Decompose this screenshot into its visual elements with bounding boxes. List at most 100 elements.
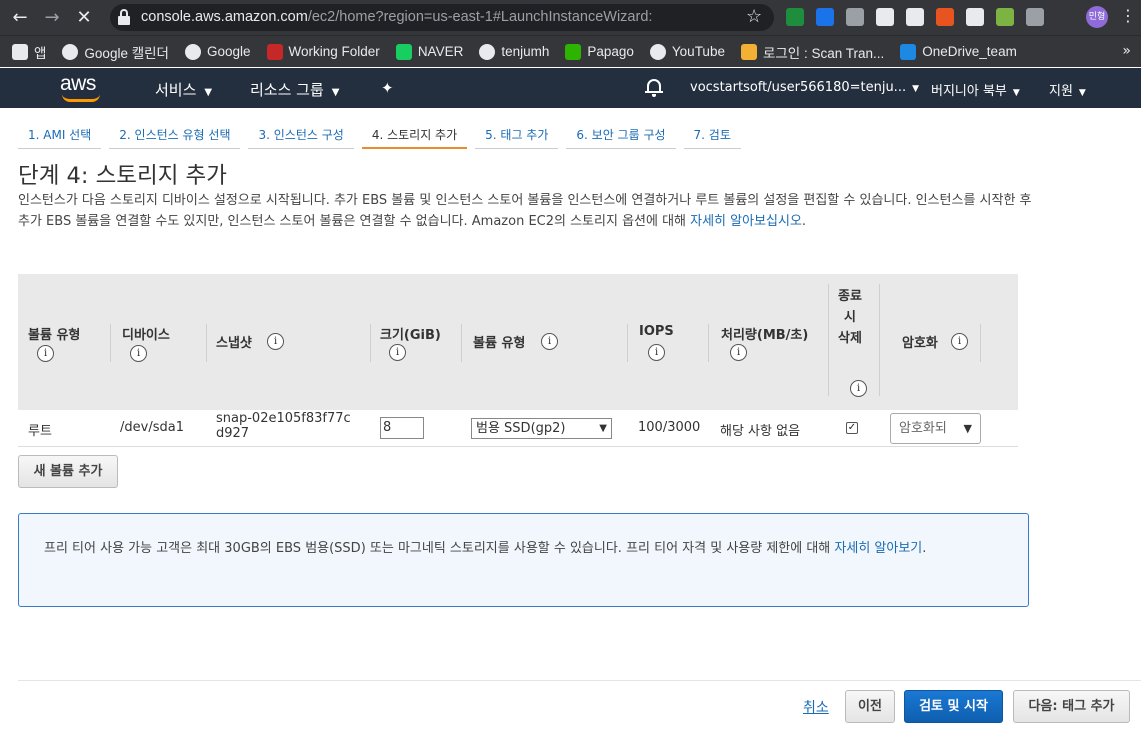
info-icon[interactable]: i xyxy=(267,333,284,350)
chevron-down-icon: ▼ xyxy=(912,84,920,94)
size-input[interactable]: 8 xyxy=(380,417,424,439)
review-and-launch-button[interactable]: 검토 및 시작 xyxy=(904,690,1003,723)
info-icon[interactable]: i xyxy=(541,333,558,350)
bookmark-label: Google 캘린더 xyxy=(84,45,169,61)
address-bar[interactable]: console.aws.amazon.com/ec2/home?region=u… xyxy=(110,4,774,31)
table-row: 루트 /dev/sda1 snap-02e105f83f77cd927 8 범용… xyxy=(18,410,1018,447)
profile-avatar[interactable]: 민형 xyxy=(1086,6,1108,28)
extension-icon[interactable] xyxy=(936,8,954,26)
table-header: 볼륨 유형 i 디바이스 i 스냅샷 i 크기(GiB) i 볼륨 유형 i I… xyxy=(18,274,1018,410)
header-volume-kind-label: 볼륨 유형 xyxy=(473,336,526,351)
column-divider xyxy=(370,324,371,362)
extension-icon[interactable] xyxy=(846,8,864,26)
services-menu[interactable]: 서비스 ▼ xyxy=(155,79,212,100)
bookmark-item[interactable]: tenjumh xyxy=(479,43,550,60)
wizard-step[interactable]: 6. 보안 그룹 구성 xyxy=(566,118,676,149)
encryption-select[interactable]: 암호화되 ▼ xyxy=(890,413,981,444)
header-throughput-label: 처리량(MB/초) xyxy=(721,328,809,343)
bookmark-item[interactable]: Papago xyxy=(565,43,634,60)
back-arrow-icon[interactable]: ← xyxy=(8,6,32,30)
bookmark-label: OneDrive_team xyxy=(922,44,1017,59)
wizard-step[interactable]: 4. 스토리지 추가 xyxy=(361,118,468,149)
bookmark-item[interactable]: Google xyxy=(184,43,251,60)
papago-icon xyxy=(565,43,582,60)
resource-groups-label: 리소스 그룹 xyxy=(250,81,324,99)
cell-snapshot: snap-02e105f83f77cd927 xyxy=(216,411,351,441)
browser-menu-icon[interactable]: ⋮ xyxy=(1120,6,1136,25)
extension-icons xyxy=(786,8,1044,26)
extension-icon[interactable] xyxy=(996,8,1014,26)
free-tier-info-box: 프리 티어 사용 가능 고객은 최대 30GB의 EBS 범용(SSD) 또는 … xyxy=(18,513,1029,607)
region-menu[interactable]: 버지니아 북부 ▼ xyxy=(931,80,1020,99)
more-bookmarks-icon[interactable]: » xyxy=(1122,43,1131,59)
header-volume-type-label: 볼륨 유형 xyxy=(28,328,81,343)
extension-icon[interactable] xyxy=(786,8,804,26)
info-icon[interactable]: i xyxy=(648,344,665,361)
account-menu[interactable]: vocstartsoft/user566180=tenju... ▼ xyxy=(690,80,919,95)
delete-on-termination-checkbox[interactable]: ✓ xyxy=(846,422,858,434)
bookmark-item[interactable]: 로그인 : Scan Tran... xyxy=(740,42,884,62)
bookmark-item[interactable]: OneDrive_team xyxy=(900,43,1017,60)
wizard-step[interactable]: 5. 태그 추가 xyxy=(475,118,559,149)
info-icon[interactable]: i xyxy=(130,345,147,362)
info-icon[interactable]: i xyxy=(951,333,968,350)
wizard-step[interactable]: 7. 검토 xyxy=(683,118,741,149)
extension-icon[interactable] xyxy=(876,8,894,26)
next-add-tags-button[interactable]: 다음: 태그 추가 xyxy=(1013,690,1130,723)
description-text: 인스턴스가 다음 스토리지 디바이스 설정으로 시작됩니다. 추가 EBS 볼륨… xyxy=(18,193,1032,229)
aws-logo[interactable]: aws xyxy=(60,72,104,104)
chevron-down-icon: ▼ xyxy=(1078,88,1086,98)
url-path: /ec2/home?region=us-east-1#LaunchInstanc… xyxy=(307,9,653,25)
resource-groups-menu[interactable]: 리소스 그룹 ▼ xyxy=(250,79,339,100)
bookmark-item[interactable]: 앱 xyxy=(12,42,46,62)
wizard-step[interactable]: 3. 인스턴스 구성 xyxy=(248,118,354,149)
cell-device: /dev/sda1 xyxy=(120,420,184,435)
free-tier-message: 프리 티어 사용 가능 고객은 최대 30GB의 EBS 범용(SSD) 또는 … xyxy=(44,541,835,556)
volume-type-select[interactable]: 범용 SSD(gp2) ▼ xyxy=(471,418,612,439)
info-icon[interactable]: i xyxy=(730,344,747,361)
free-tier-learn-more-link[interactable]: 자세히 알아보기 xyxy=(834,541,922,556)
stop-loading-icon[interactable]: ✕ xyxy=(72,6,96,30)
aws-logo-text: aws xyxy=(60,72,96,95)
info-icon[interactable]: i xyxy=(37,345,54,362)
header-throughput: 처리량(MB/초) i xyxy=(721,274,821,410)
chevron-down-icon: ▼ xyxy=(204,87,213,98)
page-description: 인스턴스가 다음 스토리지 디바이스 설정으로 시작됩니다. 추가 EBS 볼륨… xyxy=(18,190,1040,232)
info-icon[interactable]: i xyxy=(850,380,867,397)
bookmark-item[interactable]: NAVER xyxy=(395,43,464,60)
previous-button[interactable]: 이전 xyxy=(845,690,895,723)
wizard-step[interactable]: 1. AMI 선택 xyxy=(18,118,102,149)
dropdown-arrow-icon: ▼ xyxy=(599,423,607,434)
info-icon[interactable]: i xyxy=(389,344,406,361)
footer-divider xyxy=(18,680,1141,681)
cancel-link[interactable]: 취소 xyxy=(803,697,829,717)
address-url[interactable]: console.aws.amazon.com/ec2/home?region=u… xyxy=(141,9,652,25)
column-divider xyxy=(828,284,829,396)
extension-icon[interactable] xyxy=(966,8,984,26)
bookmark-label: Working Folder xyxy=(288,44,380,59)
bookmark-item[interactable]: Google 캘린더 xyxy=(62,42,169,62)
forward-arrow-icon[interactable]: → xyxy=(40,6,64,30)
cell-iops: 100/3000 xyxy=(638,420,701,435)
learn-more-storage-link[interactable]: 자세히 알아보십시오 xyxy=(690,214,802,229)
extension-icon[interactable] xyxy=(1026,8,1044,26)
column-divider xyxy=(708,324,709,362)
bell-icon[interactable] xyxy=(645,77,663,97)
header-encryption: 암호화 i xyxy=(890,274,990,410)
free-tier-end: . xyxy=(922,541,927,556)
support-menu[interactable]: 지원 ▼ xyxy=(1049,80,1086,99)
bookmark-item[interactable]: YouTube xyxy=(649,43,725,60)
bookmark-star-icon[interactable]: ☆ xyxy=(746,6,762,27)
pin-icon[interactable]: ✦ xyxy=(381,79,394,97)
bookmark-label: NAVER xyxy=(417,44,464,59)
add-volume-button[interactable]: 새 볼륨 추가 xyxy=(18,455,118,488)
chevron-down-icon: ▼ xyxy=(1012,88,1020,98)
bookmark-label: tenjumh xyxy=(501,44,550,59)
bookmark-item[interactable]: Working Folder xyxy=(266,43,380,60)
extension-icon[interactable] xyxy=(906,8,924,26)
wizard-step[interactable]: 2. 인스턴스 유형 선택 xyxy=(109,118,241,149)
checkmark-icon: ✓ xyxy=(847,422,857,433)
header-delete-on-termination: 종료 시 삭제 i xyxy=(836,274,867,410)
github-icon xyxy=(479,43,496,60)
extension-icon[interactable] xyxy=(816,8,834,26)
